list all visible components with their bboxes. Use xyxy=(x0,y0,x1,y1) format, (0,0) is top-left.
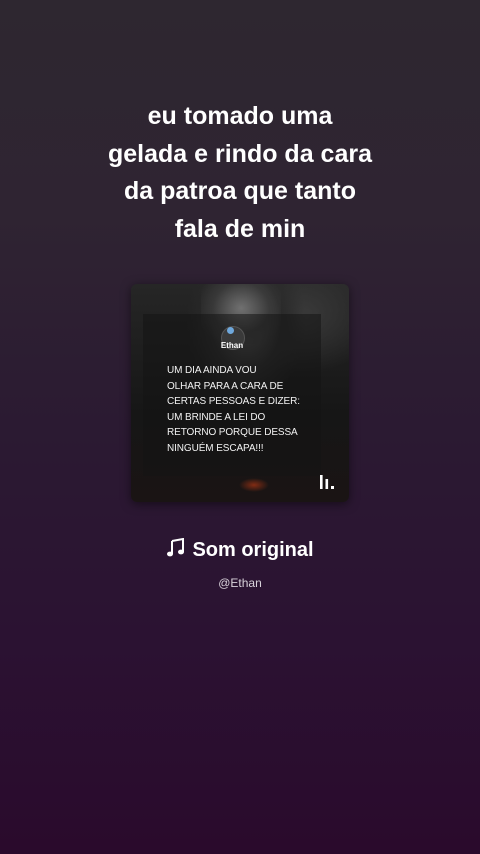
post-text-line: UM DIA AINDA VOU xyxy=(167,365,257,376)
caption-line: eu tomado uma xyxy=(147,102,333,130)
post-author: Ethan xyxy=(220,341,244,350)
audio-cover-image[interactable]: Ethan UM DIA AINDA VOU OLHAR PARA A CARA… xyxy=(131,284,349,502)
audio-title-label: Som original xyxy=(192,539,314,561)
avatar-status-dot xyxy=(227,327,234,334)
post-text: UM DIA AINDA VOU OLHAR PARA A CARA DE CE… xyxy=(167,363,327,456)
caption-line: da patroa que tanto xyxy=(124,177,356,205)
post-text-line: CERTAS PESSOAS E DIZER: xyxy=(167,396,300,407)
cover-glow xyxy=(239,478,269,492)
music-note-icon xyxy=(167,538,185,557)
post-text-line: OLHAR PARA A CARA DE xyxy=(167,380,284,392)
post-text-line: RETORNO PORQUE DESSA xyxy=(167,427,298,438)
video-caption: eu tomado uma gelada e rindo da cara da … xyxy=(0,98,480,248)
post-text-line: UM BRINDE A LEI DO xyxy=(167,411,266,423)
post-text-line: NINGUÉM ESCAPA!!! xyxy=(167,442,264,454)
audio-title[interactable]: Som original xyxy=(0,538,480,562)
post-card: Ethan UM DIA AINDA VOU OLHAR PARA A CARA… xyxy=(143,314,321,476)
caption-line: gelada e rindo da cara xyxy=(108,139,372,168)
audio-author-handle[interactable]: @Ethan xyxy=(0,576,480,590)
caption-line: fala de min xyxy=(174,214,306,243)
capcut-logo-icon xyxy=(320,475,334,489)
